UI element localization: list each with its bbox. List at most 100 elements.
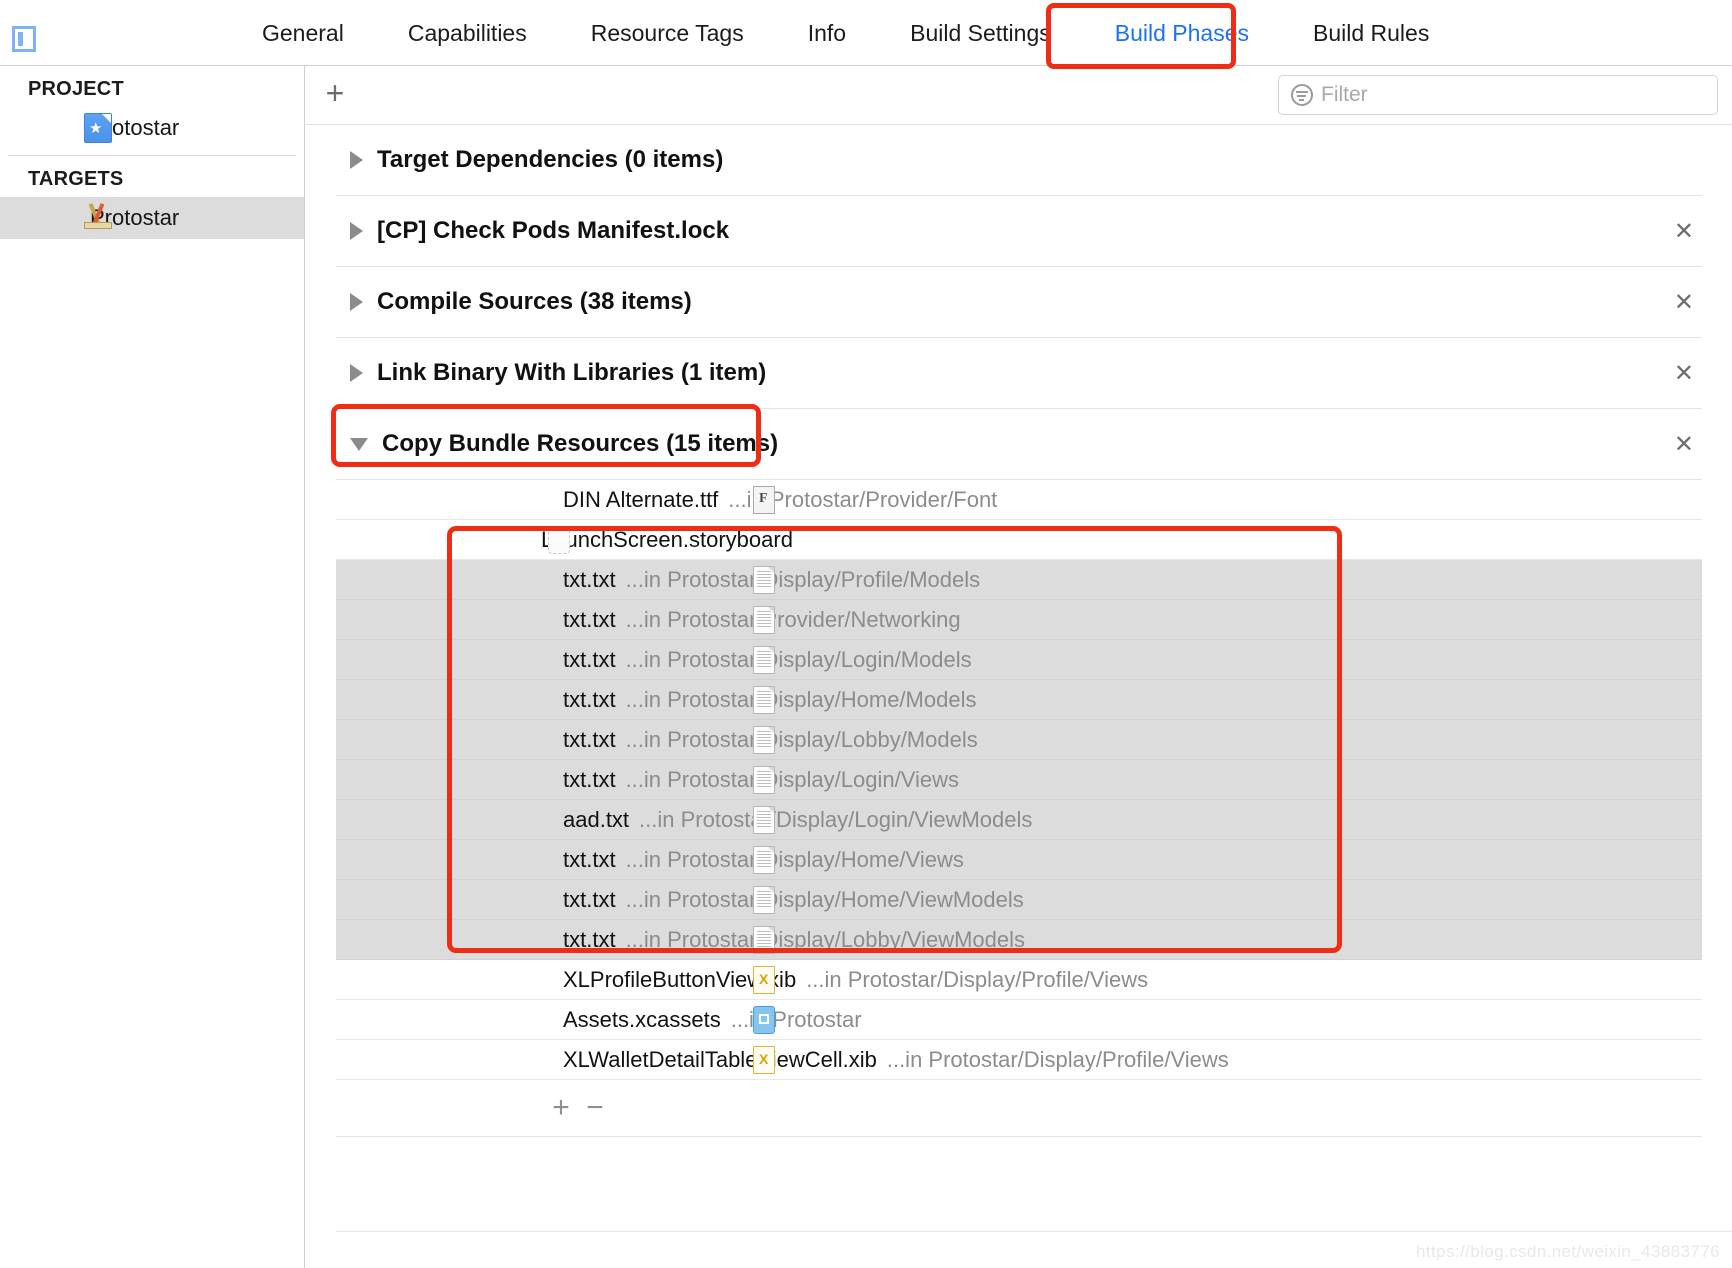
add-build-phase-button[interactable]: + [320, 77, 350, 109]
list-item[interactable]: txt.txt ...in Protostar/Display/Lobby/Mo… [336, 720, 1702, 760]
build-phase-title: Copy Bundle Resources (15 items) [382, 430, 779, 457]
close-icon[interactable]: ✕ [1674, 432, 1694, 456]
file-path: ...in Protostar/Display/Home/Models [625, 686, 977, 712]
bottom-divider [336, 1231, 1732, 1232]
close-icon[interactable]: ✕ [1674, 290, 1694, 314]
list-item[interactable]: txt.txt ...in Protostar/Display/Home/Mod… [336, 680, 1702, 720]
file-name: XLWalletDetailTableViewCell.xib [563, 1046, 877, 1072]
file-path: ...in Protostar/Display/Login/Views [625, 766, 959, 792]
file-name: txt.txt [563, 566, 616, 592]
list-item[interactable]: XLWalletDetailTableViewCell.xib ...in Pr… [336, 1040, 1702, 1080]
file-name: txt.txt [563, 846, 616, 872]
filter-placeholder: Filter [1321, 83, 1368, 106]
close-icon[interactable]: ✕ [1674, 361, 1694, 385]
sidebar-item-project-protostar[interactable]: ★ Protostar [0, 107, 304, 149]
build-phase-target-dependencies[interactable]: Target Dependencies (0 items) [336, 125, 1702, 196]
file-path: ...in Protostar/Display/Lobby/ViewModels [625, 926, 1026, 952]
remove-file-button[interactable]: − [578, 1093, 612, 1123]
file-name: Assets.xcassets [563, 1006, 721, 1032]
xib-file-icon [753, 965, 775, 994]
file-list-add-remove-bar: + − [336, 1080, 1702, 1137]
file-path: ...in Protostar/Display/Profile/Models [625, 566, 981, 592]
build-phase-title: Compile Sources (38 items) [377, 288, 692, 315]
tab-capabilities[interactable]: Capabilities [376, 0, 559, 66]
tab-build-rules[interactable]: Build Rules [1281, 0, 1461, 66]
build-phase-compile-sources[interactable]: Compile Sources (38 items) ✕ [336, 267, 1702, 338]
list-item[interactable]: txt.txt ...in Protostar/Display/Login/Vi… [336, 760, 1702, 800]
text-file-icon [753, 725, 775, 754]
project-target-sidebar: PROJECT ★ Protostar TARGETS Protostar [0, 66, 305, 1268]
build-phase-link-binary-with-libraries[interactable]: Link Binary With Libraries (1 item) ✕ [336, 338, 1702, 409]
file-name: txt.txt [563, 606, 616, 632]
file-path: ...in Protostar/Display/Home/ViewModels [625, 886, 1024, 912]
text-file-icon [753, 685, 775, 714]
text-file-icon [753, 605, 775, 634]
file-path: ...in Protostar/Display/Login/ViewModels [639, 806, 1033, 832]
list-item[interactable]: LaunchScreen.storyboard [336, 520, 1702, 560]
text-file-icon [753, 845, 775, 874]
build-phase-check-pods-manifest[interactable]: [CP] Check Pods Manifest.lock ✕ [336, 196, 1702, 267]
build-phase-copy-bundle-resources[interactable]: Copy Bundle Resources (15 items) ✕ [336, 409, 1702, 480]
file-name: txt.txt [563, 926, 616, 952]
filter-field[interactable]: Filter [1278, 75, 1718, 115]
file-name: txt.txt [563, 726, 616, 752]
add-file-button[interactable]: + [544, 1093, 578, 1123]
file-path: ...in Protostar/Provider/Networking [625, 606, 961, 632]
list-item[interactable]: Assets.xcassets ...in Protostar [336, 1000, 1702, 1040]
file-name: txt.txt [563, 646, 616, 672]
file-name: txt.txt [563, 886, 616, 912]
disclosure-triangle-icon[interactable] [350, 293, 363, 311]
text-file-icon [753, 805, 775, 834]
file-path: ...in Protostar/Display/Profile/Views [806, 966, 1149, 992]
file-path: ...in Protostar/Display/Home/Views [625, 846, 964, 872]
filter-icon [1291, 84, 1313, 106]
build-phase-title: Target Dependencies (0 items) [377, 146, 724, 173]
list-item[interactable]: txt.txt ...in Protostar/Provider/Network… [336, 600, 1702, 640]
top-tab-bar: General Capabilities Resource Tags Info … [0, 0, 1732, 66]
file-path: ...in Protostar/Display/Login/Models [625, 646, 972, 672]
text-file-icon [753, 885, 775, 914]
tab-list: General Capabilities Resource Tags Info … [230, 0, 1461, 66]
xcassets-file-icon [753, 1005, 775, 1034]
app-target-icon [84, 203, 112, 233]
list-item[interactable]: txt.txt ...in Protostar/Display/Home/Vie… [336, 840, 1702, 880]
project-document-icon: ★ [84, 113, 112, 143]
disclosure-triangle-icon[interactable] [350, 151, 363, 169]
disclosure-triangle-icon[interactable] [350, 437, 368, 451]
list-item[interactable]: XLProfileButtonView.xib ...in Protostar/… [336, 960, 1702, 1000]
file-name: txt.txt [563, 686, 616, 712]
file-name: aad.txt [563, 806, 630, 832]
tab-build-phases[interactable]: Build Phases [1083, 0, 1281, 66]
file-path: ...in Protostar [730, 1006, 862, 1032]
disclosure-triangle-icon[interactable] [350, 364, 363, 382]
build-phase-title: Link Binary With Libraries (1 item) [377, 359, 767, 386]
text-file-icon [753, 925, 775, 954]
list-item[interactable]: txt.txt ...in Protostar/Display/Profile/… [336, 560, 1702, 600]
disclosure-triangle-icon[interactable] [350, 222, 363, 240]
build-phase-title: [CP] Check Pods Manifest.lock [377, 217, 730, 244]
list-item[interactable]: DIN Alternate.ttf ...in Protostar/Provid… [336, 480, 1702, 520]
build-phase-list: Target Dependencies (0 items) [CP] Check… [306, 125, 1732, 480]
text-file-icon [753, 765, 775, 794]
file-path: ...in Protostar/Display/Profile/Views [886, 1046, 1229, 1072]
xib-file-icon [753, 1045, 775, 1074]
list-item[interactable]: txt.txt ...in Protostar/Display/Lobby/Vi… [336, 920, 1702, 960]
project-navigator-icon[interactable] [12, 26, 36, 52]
file-name: DIN Alternate.ttf [563, 486, 719, 512]
watermark: https://blog.csdn.net/weixin_43883776 [1415, 1242, 1720, 1261]
tab-resource-tags[interactable]: Resource Tags [559, 0, 776, 66]
tab-general[interactable]: General [230, 0, 376, 66]
sidebar-item-target-protostar[interactable]: Protostar [0, 197, 304, 239]
tab-info[interactable]: Info [776, 0, 878, 66]
tab-build-settings[interactable]: Build Settings [878, 0, 1083, 66]
list-item[interactable]: txt.txt ...in Protostar/Display/Login/Mo… [336, 640, 1702, 680]
sidebar-header-project: PROJECT [28, 78, 124, 100]
text-file-icon [753, 565, 775, 594]
list-item[interactable]: txt.txt ...in Protostar/Display/Home/Vie… [336, 880, 1702, 920]
text-file-icon [753, 645, 775, 674]
storyboard-file-icon [548, 525, 570, 554]
list-item[interactable]: aad.txt ...in Protostar/Display/Login/Vi… [336, 800, 1702, 840]
build-phases-toolbar: + Filter [306, 66, 1732, 125]
sidebar-header-targets: TARGETS [28, 168, 124, 190]
close-icon[interactable]: ✕ [1674, 219, 1694, 243]
